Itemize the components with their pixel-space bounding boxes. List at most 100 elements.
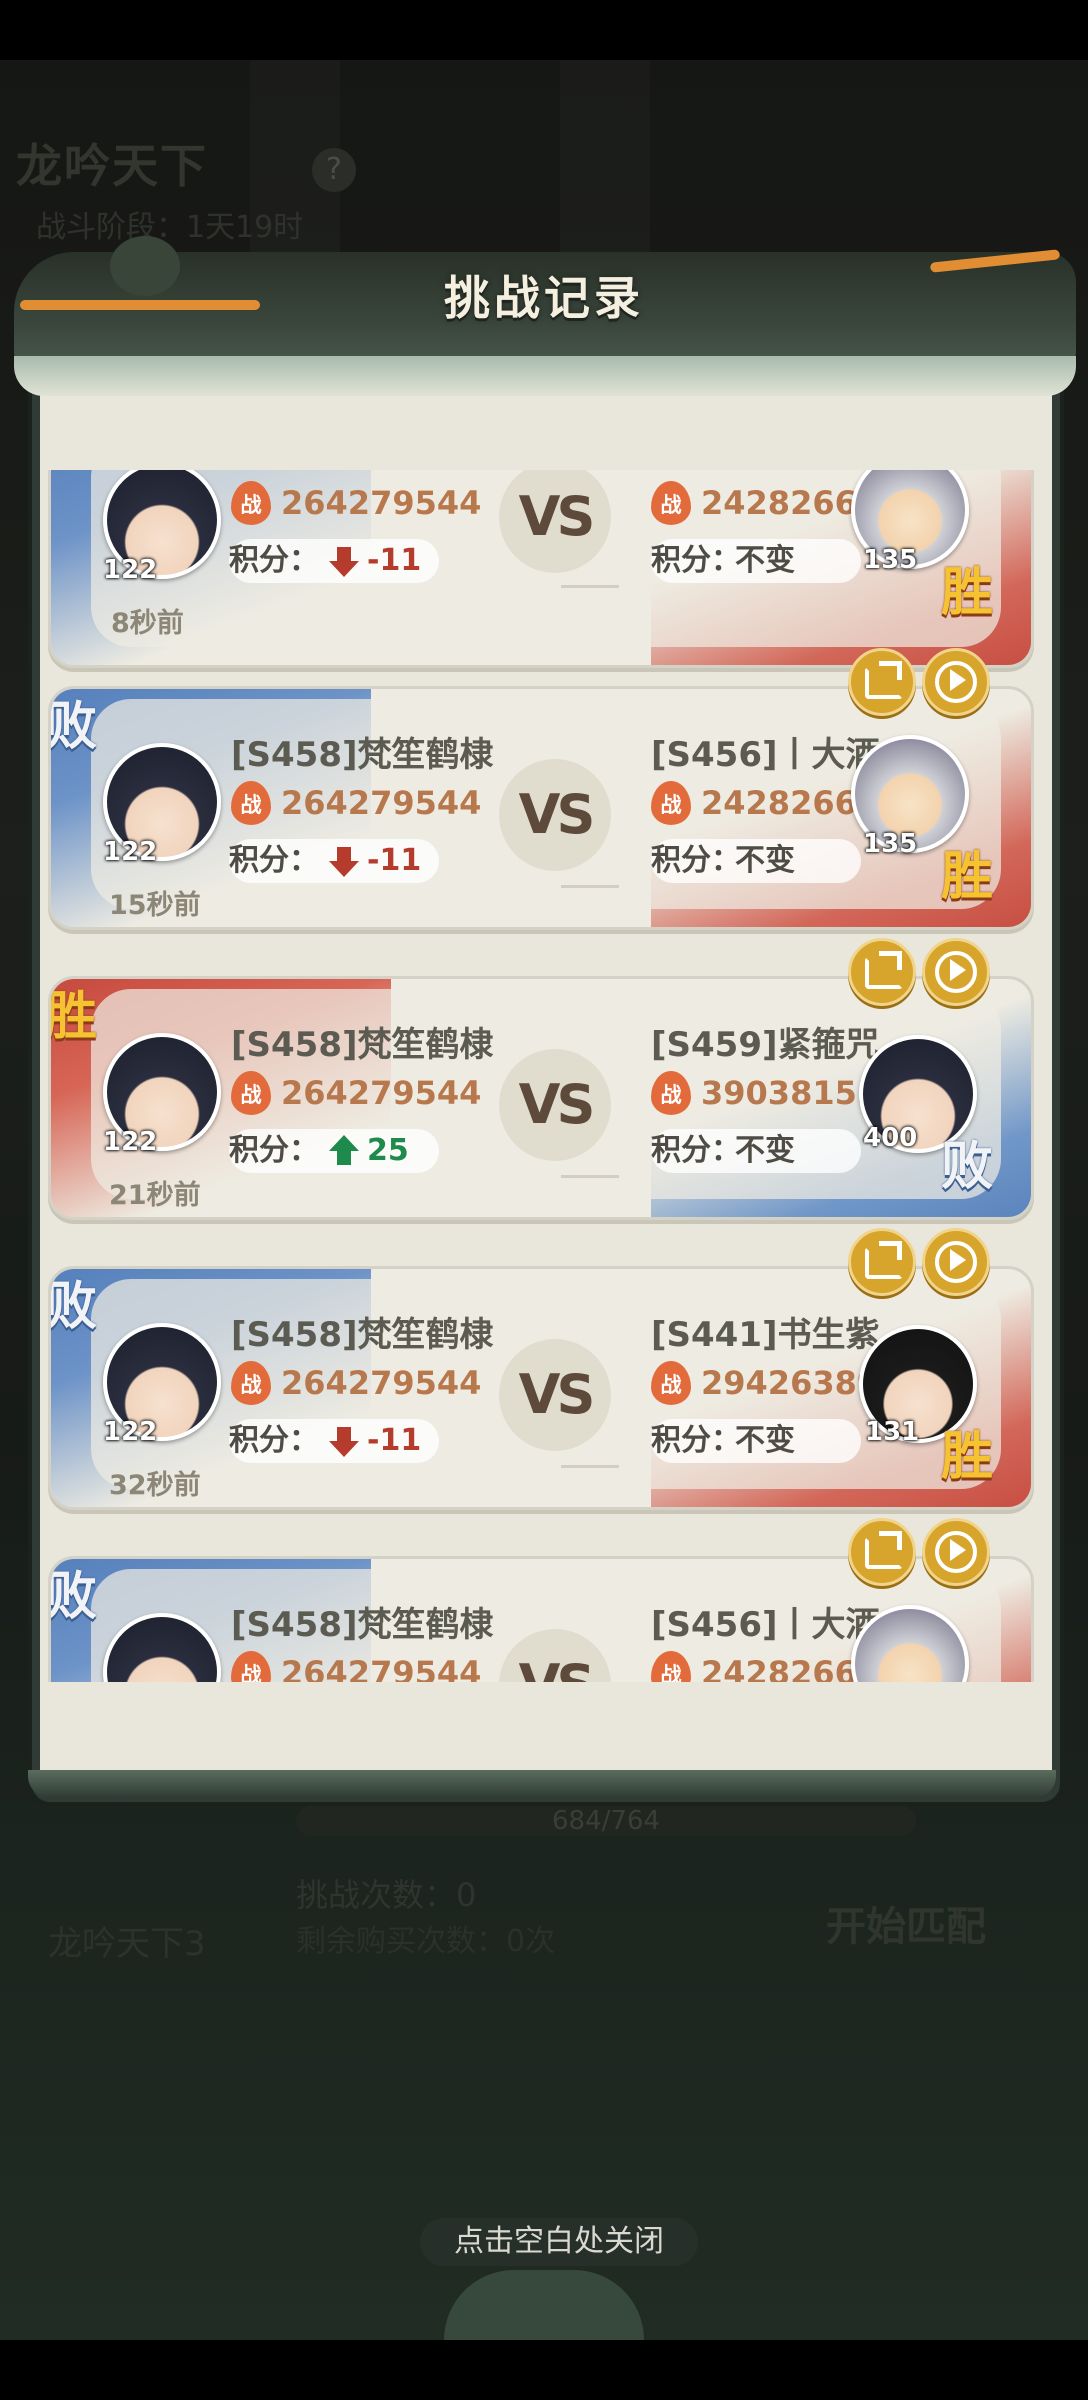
fire-icon: 战: [231, 781, 271, 825]
fire-icon: 战: [231, 481, 271, 525]
share-arrow: [879, 1531, 902, 1550]
record-time: 8秒前: [111, 608, 184, 639]
play-triangle: [950, 669, 966, 691]
score-label: 积分：: [229, 1423, 319, 1458]
vs-emblem: VS: [499, 1339, 611, 1451]
opponent-name: [S459]紧箍咒: [651, 1025, 880, 1065]
player-power-value: 264279544: [281, 1074, 482, 1112]
player-power-value: 264279544: [281, 784, 482, 822]
play-triangle: [950, 1539, 966, 1561]
player-name: [S458]梵笙鹤棣: [231, 1605, 494, 1645]
score-delta: -11: [367, 843, 422, 878]
opponent-score-change: 积分： 不变: [651, 1129, 861, 1173]
player-power-value: 264279544: [281, 1654, 482, 1682]
win-badge: 胜: [48, 986, 98, 1047]
opponent-name: [S441]书生紫: [651, 1315, 880, 1355]
opponent-score-change: 积分： 不变: [651, 839, 861, 883]
player-name: [S458]梵笙鹤棣: [231, 1315, 494, 1355]
player-power-value: 264279544: [281, 484, 482, 522]
score-unchanged: 不变: [735, 1133, 795, 1168]
header-swoosh-decoration: [14, 356, 1076, 396]
fire-icon: 战: [651, 1071, 691, 1115]
opponent-power: 战 2428266: [651, 481, 857, 525]
screen: 龙吟天下 ? 战斗阶段：1天19时 684/764 挑战次数：0 剩余购买次数：…: [0, 0, 1088, 2400]
opponent-power: 战 2428266: [651, 781, 857, 825]
score-unchanged: 不变: [735, 1423, 795, 1458]
status-bar: [0, 0, 1088, 60]
close-hint[interactable]: 点击空白处关闭: [420, 2218, 698, 2266]
score-unchanged: 不变: [735, 543, 795, 578]
share-arrow: [879, 1241, 902, 1260]
player-power: 战 264279544: [231, 781, 491, 825]
vs-emblem: VS: [499, 1049, 611, 1161]
score-delta: 25: [367, 1133, 409, 1168]
score-label: 积分：: [229, 843, 319, 878]
replay-button[interactable]: [922, 938, 990, 1006]
opponent-score-change: 积分： 不变: [651, 539, 861, 583]
player-name: [S458]梵笙鹤棣: [231, 735, 494, 775]
opponent-score-change: 积分： 不变: [651, 1419, 861, 1463]
record-time: 15秒前: [109, 890, 201, 921]
share-button[interactable]: [848, 938, 916, 1006]
fire-icon: 战: [651, 1651, 691, 1682]
player-power: 战 264279544: [231, 1651, 491, 1682]
record-time: 21秒前: [109, 1180, 201, 1211]
dialog-bottom-edge: [28, 1770, 1056, 1798]
divider: [561, 1465, 619, 1468]
player-power: 战 264279544: [231, 1071, 491, 1115]
vs-emblem: VS: [499, 759, 611, 871]
fire-icon: 战: [231, 1651, 271, 1682]
opponent-power: 战 29426389: [651, 1361, 879, 1405]
player-power: 战 264279544: [231, 481, 491, 525]
player-level: 122: [103, 555, 158, 585]
score-label: 积分：: [651, 543, 741, 578]
record-card: 败 122 32秒前 [S458]梵笙鹤棣 战 264279544 积分： -1…: [48, 1266, 1034, 1510]
divider: [561, 1175, 619, 1178]
score-unchanged: 不变: [735, 843, 795, 878]
score-change: 积分： -11: [229, 1419, 439, 1463]
player-level: 122: [103, 1127, 158, 1157]
divider: [561, 585, 619, 588]
score-change: 积分： 25: [229, 1129, 439, 1173]
score-label: 积分：: [229, 543, 319, 578]
opponent-name: [S456]丨大酒: [651, 735, 880, 775]
share-arrow: [879, 951, 902, 970]
fire-icon: 战: [651, 1361, 691, 1405]
record-list[interactable]: 122 8秒前 战 264279544 积分： -11 VS 战 2428266…: [48, 470, 1040, 1682]
record-card: 败 122 15秒前 [S458]梵笙鹤棣 战 264279544 积分： -1…: [48, 686, 1034, 930]
score-label: 积分：: [651, 1133, 741, 1168]
record-card: 122 8秒前 战 264279544 积分： -11 VS 战 2428266…: [48, 470, 1034, 668]
opponent-power-value: 2428266: [701, 1654, 857, 1682]
play-triangle: [950, 959, 966, 981]
opponent-level: 131: [865, 1417, 920, 1447]
lose-badge: 败: [48, 696, 98, 757]
list-bottom-area: [48, 1682, 1040, 1742]
lose-badge: 败: [48, 1566, 98, 1627]
opponent-power-value: 2428266: [701, 784, 857, 822]
win-badge: 胜: [941, 1426, 994, 1487]
replay-button[interactable]: [922, 1518, 990, 1586]
share-button[interactable]: [848, 1228, 916, 1296]
fire-icon: 战: [651, 481, 691, 525]
dialog-title: 挑战记录: [444, 271, 644, 325]
opponent-level: 400: [863, 1123, 918, 1153]
share-button[interactable]: [848, 648, 916, 716]
score-label: 积分：: [651, 1423, 741, 1458]
opponent-power: 战 2428266: [651, 1651, 857, 1682]
replay-button[interactable]: [922, 648, 990, 716]
lose-badge: 败: [941, 1136, 994, 1197]
opponent-name: [S456]丨大酒: [651, 1605, 880, 1645]
score-change: 积分： -11: [229, 539, 439, 583]
win-badge: 胜: [941, 846, 994, 907]
opponent-power-value: 2428266: [701, 484, 857, 522]
record-time: 32秒前: [109, 1470, 201, 1501]
divider: [561, 885, 619, 888]
score-label: 积分：: [651, 843, 741, 878]
player-power: 战 264279544: [231, 1361, 491, 1405]
share-button[interactable]: [848, 1518, 916, 1586]
player-name: [S458]梵笙鹤棣: [231, 1025, 494, 1065]
opponent-power: 战 39038155: [651, 1071, 879, 1115]
fire-icon: 战: [651, 781, 691, 825]
replay-button[interactable]: [922, 1228, 990, 1296]
opponent-level: 135: [863, 829, 918, 859]
